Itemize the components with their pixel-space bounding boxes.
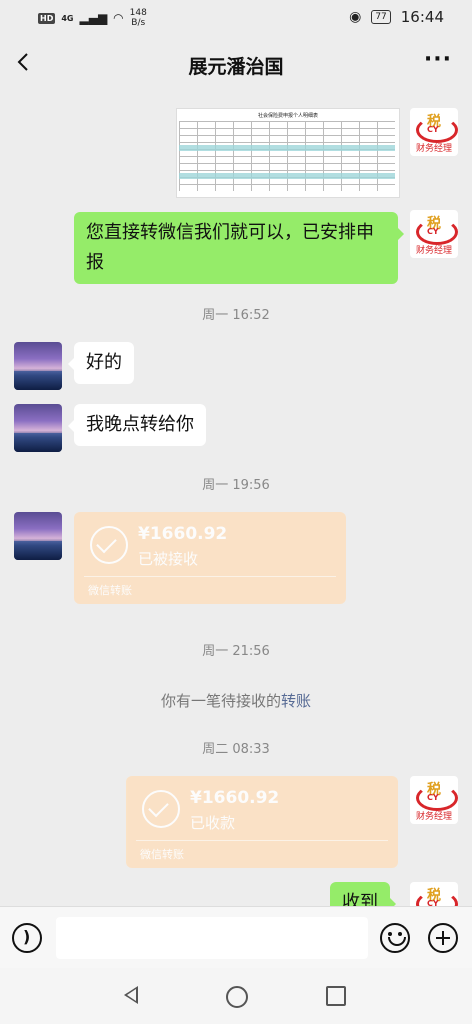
signal-icon: ▂▄▆ bbox=[79, 11, 108, 25]
nav-recent-apps-icon[interactable] bbox=[326, 986, 346, 1006]
transfer-link[interactable]: 转账 bbox=[281, 692, 311, 710]
user-avatar[interactable] bbox=[14, 512, 62, 560]
more-options-icon[interactable]: ··· bbox=[424, 49, 452, 71]
message-bubble-received[interactable]: 好的 bbox=[68, 342, 134, 384]
timestamp: 周一 21:56 bbox=[202, 644, 270, 659]
transfer-amount: ¥1660.92 bbox=[190, 788, 280, 808]
wifi-icon: ◠ bbox=[113, 11, 124, 25]
shared-document-image[interactable]: 社会保险费申报个人明细表 bbox=[176, 108, 400, 198]
company-logo-icon: 税 CY bbox=[414, 885, 458, 906]
transfer-status: 已被接收 bbox=[138, 550, 199, 568]
transfer-status: 已收款 bbox=[190, 814, 236, 832]
transfer-card[interactable]: ¥1660.92 已被接收 微信转账 bbox=[74, 512, 346, 604]
divider bbox=[84, 576, 336, 577]
battery-icon: 77 bbox=[371, 10, 391, 24]
add-attachment-icon[interactable] bbox=[428, 923, 458, 953]
contact-avatar[interactable]: 税 CY 财务经理 bbox=[410, 776, 458, 824]
hd-badge: HD bbox=[38, 12, 56, 24]
document-band bbox=[179, 145, 395, 151]
network-label: 4G bbox=[61, 13, 74, 23]
transfer-footer: 微信转账 bbox=[140, 848, 184, 861]
system-nav-bar bbox=[0, 968, 472, 1024]
network-speed: 148 B/s bbox=[130, 8, 147, 28]
system-notice-text: 你有一笔待接收的 bbox=[160, 692, 281, 710]
company-logo-icon: 税 CY bbox=[414, 111, 458, 143]
transfer-footer: 微信转账 bbox=[88, 584, 132, 597]
message-bubble-sent[interactable]: 您直接转微信我们就可以，已安排申报 bbox=[74, 212, 404, 284]
divider bbox=[136, 840, 388, 841]
input-bar bbox=[0, 906, 472, 969]
speed-unit: B/s bbox=[131, 18, 146, 28]
message-bubble-sent[interactable]: 收到 bbox=[330, 882, 396, 906]
message-input[interactable] bbox=[56, 917, 368, 959]
document-title: 社会保险费申报个人明细表 bbox=[257, 113, 318, 119]
company-logo-icon: 税 CY bbox=[414, 779, 458, 811]
contact-avatar[interactable]: 税 CY 财务经理 bbox=[410, 210, 458, 258]
user-avatar[interactable] bbox=[14, 342, 62, 390]
voice-input-icon[interactable] bbox=[12, 923, 42, 953]
chat-header: 展元潘治国 ··· bbox=[0, 36, 472, 92]
document-table bbox=[179, 121, 395, 191]
emoji-icon[interactable] bbox=[380, 923, 410, 953]
system-notice: 你有一笔待接收的转账 bbox=[0, 690, 472, 711]
nav-home-icon[interactable] bbox=[226, 986, 248, 1008]
contact-avatar[interactable]: 税 CY 财务经理 bbox=[410, 108, 458, 156]
user-avatar[interactable] bbox=[14, 404, 62, 452]
transfer-card[interactable]: ¥1660.92 已收款 微信转账 bbox=[126, 776, 398, 868]
message-bubble-received[interactable]: 我晚点转给你 bbox=[68, 404, 206, 446]
check-circle-icon bbox=[142, 790, 180, 828]
speed-value: 148 bbox=[129, 8, 147, 18]
contact-avatar[interactable]: 税 CY 财务经理 bbox=[410, 882, 458, 906]
clock: 16:44 bbox=[400, 8, 444, 26]
eye-icon: ◉ bbox=[349, 9, 362, 25]
status-bar: HD 4G ▂▄▆ ◠ 148 B/s ◉ 77 16:44 bbox=[0, 0, 472, 36]
timestamp: 周二 08:33 bbox=[202, 742, 270, 757]
nav-back-icon[interactable] bbox=[124, 986, 138, 1004]
timestamp: 周一 19:56 bbox=[202, 478, 270, 493]
document-band bbox=[179, 173, 395, 179]
check-circle-icon bbox=[90, 526, 128, 564]
company-logo-icon: 税 CY bbox=[414, 213, 458, 245]
chat-title: 展元潘治国 bbox=[188, 56, 284, 78]
message-list[interactable]: 社会保险费申报个人明细表 税 CY 财务经理 您直接转微信我们就可以，已安排申报… bbox=[0, 92, 472, 906]
transfer-amount: ¥1660.92 bbox=[138, 524, 228, 544]
timestamp: 周一 16:52 bbox=[202, 308, 270, 323]
